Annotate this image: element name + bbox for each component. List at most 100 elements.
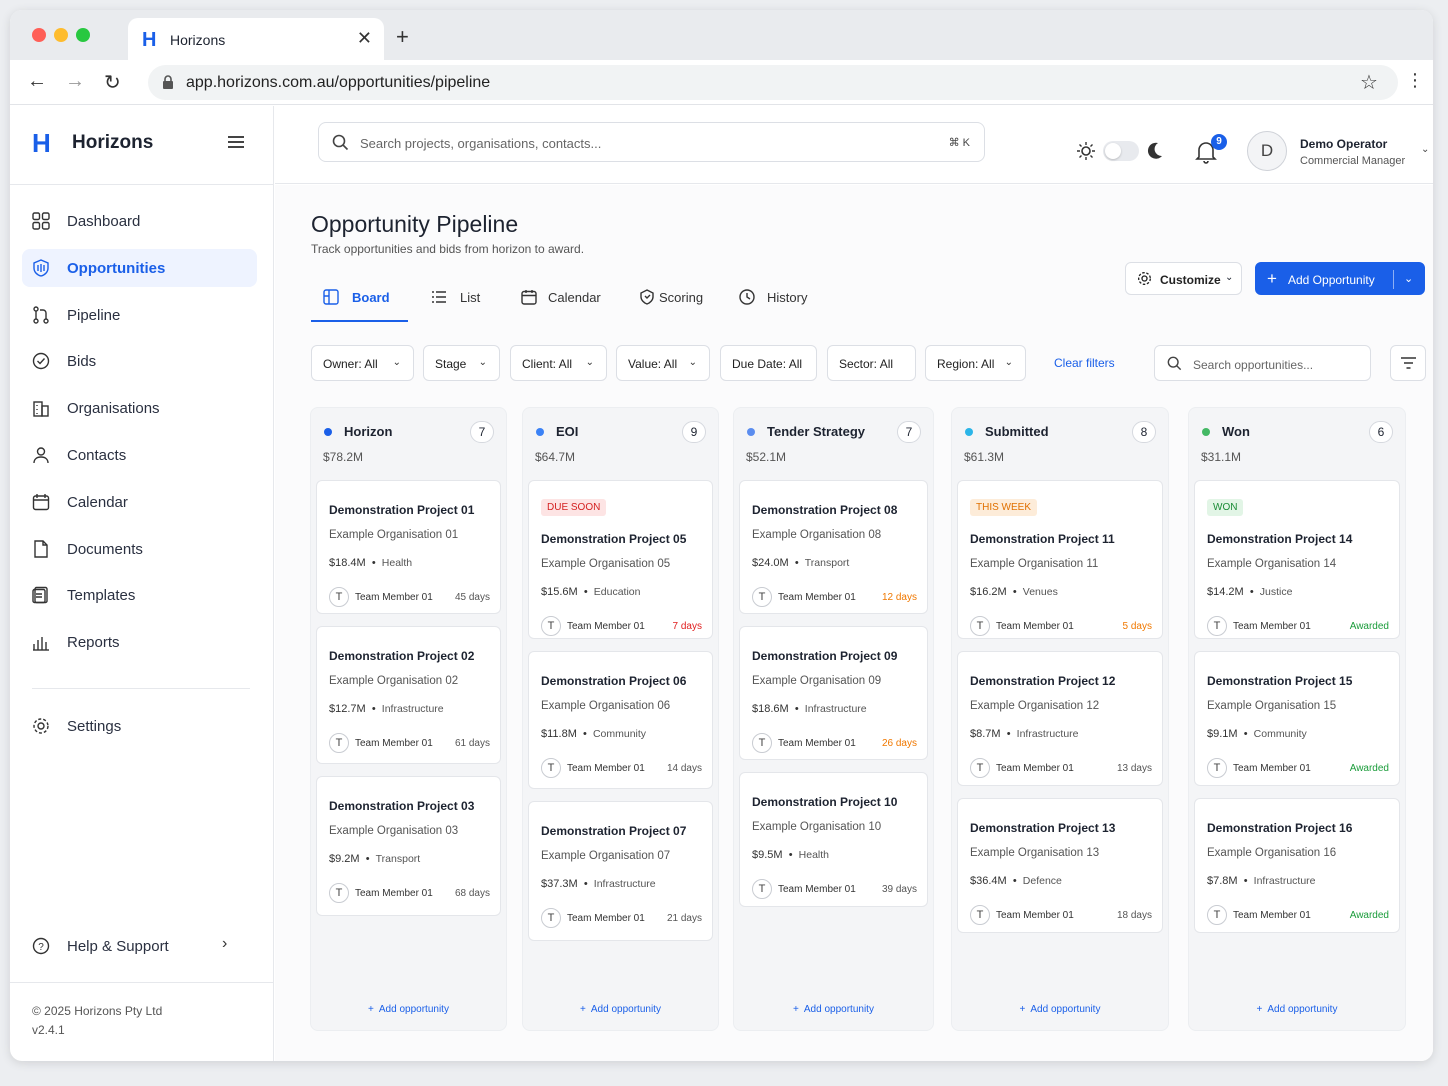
column-title: Tender Strategy [767,424,866,439]
add-opportunity-button[interactable]: + Add Opportunity ⌄ [1255,262,1425,295]
reload-icon[interactable]: ↻ [104,70,121,95]
customize-button[interactable]: Customize ⌄ [1125,262,1242,295]
sidebar-item-organisations[interactable]: Organisations [22,389,257,427]
bookmark-star-icon[interactable]: ☆ [1360,70,1378,95]
opportunity-card[interactable]: Demonstration Project 01 Example Organisa… [316,480,501,614]
sidebar-item-label: Organisations [67,400,160,418]
menu-toggle-icon[interactable] [228,136,244,148]
sidebar-item-settings[interactable]: Settings [22,707,257,745]
copyright: © 2025 Horizons Pty Ltd [32,1004,163,1018]
status-badge: DUE SOON [541,499,607,516]
opportunity-card[interactable]: DUE SOON Demonstration Project 05 Example … [528,480,713,639]
filter-owner[interactable]: Owner: All ⌄ [311,345,414,381]
opportunity-card[interactable]: Demonstration Project 12 Example Organisa… [957,651,1163,786]
card-team-member: Team Member 01 [1233,763,1311,774]
opportunity-search-input[interactable]: Search opportunities... [1154,345,1371,381]
card-team-member: Team Member 01 [778,884,856,895]
opportunity-card[interactable]: Demonstration Project 09 Example Organisa… [739,626,928,760]
card-organisation: Example Organisation 15 [1207,700,1337,712]
chevron-down-icon[interactable]: ⌄ [1404,272,1413,285]
sidebar-item-documents[interactable]: Documents [22,530,257,568]
bullet-separator: • [1237,875,1254,887]
opportunity-card[interactable]: WON Demonstration Project 14 Example Organ… [1194,480,1400,639]
chevron-right-icon: › [222,935,228,952]
card-title: Demonstration Project 11 [970,532,1115,546]
card-team-member: Team Member 01 [355,592,433,603]
bullet-separator: • [365,703,382,715]
add-opportunity-link[interactable]: + Add opportunity [952,1004,1168,1015]
card-value: $14.2M [1207,586,1244,598]
chevron-down-icon[interactable]: ⌄ [1421,144,1429,155]
avatar: T [970,758,990,778]
url-field[interactable]: app.horizons.com.au/opportunities/pipeli… [148,65,1398,100]
page-subtitle: Track opportunities and bids from horizo… [311,242,585,256]
forward-icon[interactable]: → [65,70,85,93]
sidebar-item-opportunities[interactable]: Opportunities [22,248,257,287]
theme-toggle[interactable] [1103,141,1139,161]
opportunity-card[interactable]: THIS WEEK Demonstration Project 11 Example… [957,480,1163,639]
search-placeholder: Search projects, organisations, contacts… [360,136,602,151]
address-bar: ← → ↻ app.horizons.com.au/opportunities/… [10,60,1433,105]
sidebar-item-calendar[interactable]: Calendar [22,483,257,521]
close-tab-icon[interactable]: ✕ [357,28,372,49]
clear-filters-link[interactable]: Clear filters [1054,356,1115,370]
sidebar-item-dashboard[interactable]: Dashboard [22,202,257,240]
filter-region[interactable]: Region: All ⌄ [925,345,1026,381]
avatar: T [329,883,349,903]
sidebar-item-bids[interactable]: Bids [22,342,257,380]
avatar[interactable]: D [1247,131,1287,171]
chevron-down-icon: ⌄ [1225,272,1234,283]
scoring-icon [639,289,655,305]
sidebar-item-templates[interactable]: Templates [22,576,257,614]
filter-stage[interactable]: Stage ⌄ [423,345,500,381]
stage-dot-icon [747,428,755,436]
plus-icon: + [580,1004,591,1015]
filter-client[interactable]: Client: All ⌄ [510,345,607,381]
back-icon[interactable]: ← [27,70,47,93]
close-window-button[interactable] [32,28,46,42]
brand-name: Horizons [72,132,154,153]
opportunity-card[interactable]: Demonstration Project 03 Example Organisa… [316,776,501,916]
lock-icon [163,75,173,89]
avatar: T [1207,758,1227,778]
card-meta: $37.3M • Infrastructure [541,878,656,890]
opportunity-card[interactable]: Demonstration Project 10 Example Organisa… [739,772,928,907]
browser-menu-icon[interactable]: ⋮ [1406,70,1424,91]
card-meta: $11.8M • Community [541,728,646,740]
opportunity-card[interactable]: Demonstration Project 02 Example Organisa… [316,626,501,764]
card-title: Demonstration Project 15 [1207,674,1353,688]
sun-icon[interactable] [1077,142,1095,160]
opportunity-card[interactable]: Demonstration Project 07 Example Organisa… [528,801,713,941]
template-icon [32,586,50,604]
bullet-separator: • [1237,728,1254,740]
filter-value[interactable]: Value: All ⌄ [616,345,710,381]
add-opportunity-link[interactable]: + Add opportunity [523,1004,718,1015]
add-opportunity-link[interactable]: + Add opportunity [734,1004,933,1015]
help-support-link[interactable]: ? Help & Support › [22,927,257,965]
opportunity-card[interactable]: Demonstration Project 06 Example Organisa… [528,651,713,789]
card-value: $15.6M [541,586,578,598]
global-search-input[interactable]: Search projects, organisations, contacts… [318,122,985,162]
moon-icon[interactable] [1147,142,1163,160]
tab-label: History [767,290,808,305]
filter-due-date[interactable]: Due Date: All [720,345,817,381]
browser-tab[interactable]: H Horizons ✕ [128,18,384,60]
opportunity-card[interactable]: Demonstration Project 15 Example Organisa… [1194,651,1400,786]
minimize-window-button[interactable] [54,28,68,42]
opportunity-card[interactable]: Demonstration Project 16 Example Organisa… [1194,798,1400,933]
add-opportunity-link[interactable]: + Add opportunity [1189,1004,1405,1015]
filter-sector[interactable]: Sector: All [827,345,916,381]
filter-options-button[interactable] [1390,345,1426,381]
topbar: Search projects, organisations, contacts… [275,106,1433,184]
sidebar-item-reports[interactable]: Reports [22,623,257,661]
opportunity-card[interactable]: Demonstration Project 08 Example Organisa… [739,480,928,614]
opportunity-card[interactable]: Demonstration Project 13 Example Organisa… [957,798,1163,933]
card-team-member: Team Member 01 [355,738,433,749]
new-tab-icon[interactable]: + [396,24,409,50]
card-meta: $9.1M • Community [1207,728,1307,740]
add-opportunity-link[interactable]: + Add opportunity [311,1004,506,1015]
sidebar-item-pipeline[interactable]: Pipeline [22,296,257,334]
maximize-window-button[interactable] [76,28,90,42]
sidebar-item-contacts[interactable]: Contacts [22,436,257,474]
card-value: $8.7M [970,728,1001,740]
